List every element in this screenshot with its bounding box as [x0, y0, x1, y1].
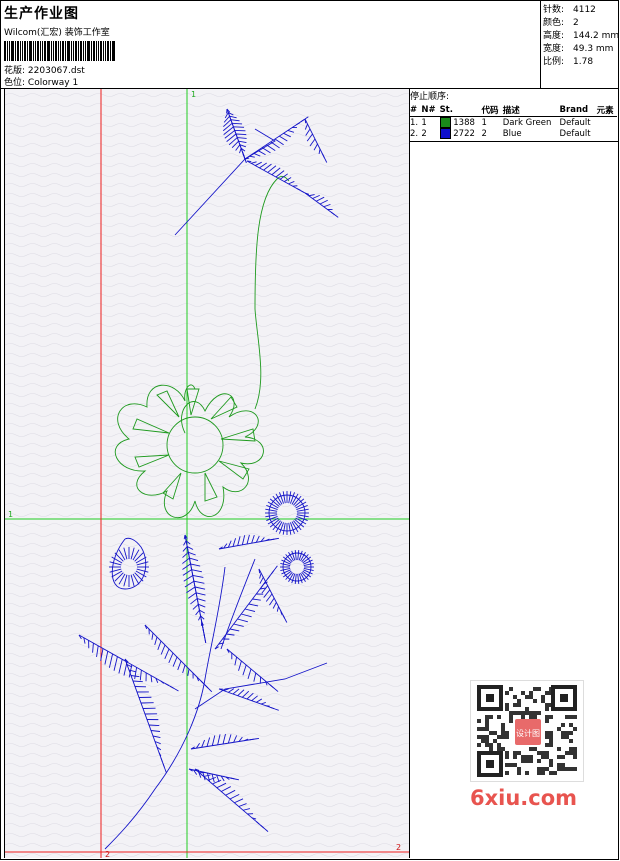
column-header: Brand	[558, 104, 596, 117]
panel-divider	[409, 141, 619, 142]
embroidery-preview: 1 1 2 2	[5, 89, 409, 858]
stat-height: 高度: 144.2 mm	[543, 31, 620, 41]
stat-stitches: 针数: 4112	[543, 5, 596, 15]
qr-pattern: 设计图	[477, 685, 577, 777]
table-header-row: # N# St. 代码 描述 Brand 元素	[409, 104, 617, 117]
guide-label-right: 2	[396, 843, 401, 852]
row-stitches: 1388	[439, 117, 481, 128]
column-header: 描述	[501, 104, 559, 117]
row-description: Blue	[502, 128, 522, 139]
table-row: 1. 1 1388 1 Dark Green Default	[409, 117, 617, 129]
row-element	[596, 117, 617, 129]
row-brand: Default	[559, 117, 591, 128]
embroidery-canvas: 1 1 2 2	[4, 89, 410, 858]
row-index: 2.	[410, 128, 419, 139]
page-title: 生产作业图	[4, 6, 79, 22]
row-code: 2	[481, 128, 487, 139]
design-row: 花版: 2203067.dst	[4, 65, 534, 77]
row-index: 1.	[410, 117, 419, 128]
color-swatch	[439, 128, 451, 139]
column-header: #	[409, 104, 421, 117]
design-value: 2203067.dst	[27, 66, 85, 76]
qr-code: 设计图	[470, 680, 584, 782]
watermark-text: 6xiu.com	[470, 786, 578, 810]
header-left: 生产作业图 Wilcom(汇宏) 装饰工作室 花版: 2203067.dst 色…	[4, 3, 534, 88]
guide-label-left: 1	[8, 510, 13, 519]
column-header: 元素	[595, 104, 617, 117]
stop-sequence-title: 停止顺序:	[410, 92, 450, 102]
column-header: 代码	[480, 104, 502, 117]
stop-sequence-table: # N# St. 代码 描述 Brand 元素 1. 1 1388 1 Dark…	[409, 104, 617, 139]
fabric-texture	[5, 89, 409, 858]
row-code: 1	[481, 117, 487, 128]
row-number: 1	[421, 117, 427, 128]
colorway-value: Colorway 1	[27, 78, 79, 88]
row-stitches: 2722	[439, 128, 481, 139]
table-row: 2. 2 2722 2 Blue Default	[409, 128, 617, 139]
qr-center-label: 设计图	[516, 728, 540, 738]
colorway-label: 色位:	[4, 78, 26, 88]
header-divider	[540, 0, 541, 88]
guide-label-top: 1	[191, 90, 196, 99]
row-element	[596, 128, 617, 139]
company-name: Wilcom(汇宏) 装饰工作室	[4, 28, 110, 38]
row-number: 2	[421, 128, 427, 139]
stat-scale: 比例: 1.78	[543, 57, 594, 67]
row-brand: Default	[559, 128, 591, 139]
column-header: N#	[420, 104, 439, 117]
design-label: 花版:	[4, 66, 26, 76]
stat-colors: 颜色: 2	[543, 18, 579, 28]
design-stats: 针数: 4112 颜色: 2 高度: 144.2 mm 宽度: 49.3 mm 比例: 1…	[543, 4, 619, 69]
guide-label-bottom: 2	[105, 850, 110, 858]
color-swatch	[439, 117, 451, 128]
column-header: St.	[438, 104, 481, 117]
row-description: Dark Green	[502, 117, 552, 128]
stat-width: 宽度: 49.3 mm	[543, 44, 614, 54]
barcode	[4, 41, 144, 61]
